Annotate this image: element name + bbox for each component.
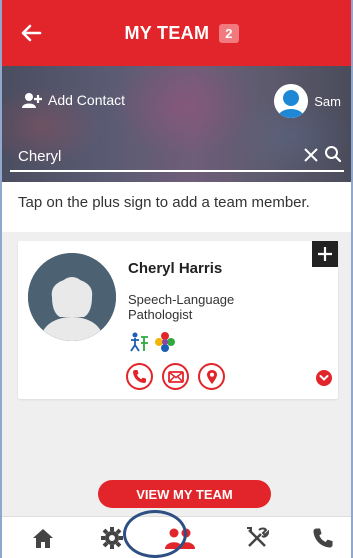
plus-icon [318, 247, 332, 261]
back-arrow-icon[interactable] [20, 24, 42, 42]
tab-phone[interactable] [310, 525, 336, 551]
puzzle-flower-badge-icon [155, 332, 175, 352]
team-icon [165, 528, 195, 549]
user-avatar [274, 84, 309, 118]
phone-icon [133, 370, 146, 383]
view-my-team-button[interactable]: VIEW MY TEAM [98, 480, 271, 508]
person-silhouette-icon [28, 253, 116, 341]
contact-card[interactable]: Cheryl Harris Speech-Language Pathologis… [18, 241, 338, 399]
call-button[interactable] [126, 363, 153, 390]
email-icon [167, 370, 184, 383]
location-button[interactable] [198, 363, 225, 390]
bottom-tab-bar [2, 516, 351, 558]
app-frame: MY TEAM 2 Add Contact Sam Cheryl Tap on … [0, 0, 353, 558]
location-pin-icon [206, 369, 217, 384]
tab-home[interactable] [30, 525, 56, 551]
contact-actions [126, 363, 225, 390]
phone-icon [313, 528, 333, 548]
add-contact-button[interactable]: Add Contact [22, 92, 125, 108]
tab-tools[interactable] [244, 525, 270, 551]
tools-icon [247, 527, 269, 547]
specialty-badges [128, 331, 176, 353]
page-title: MY TEAM [124, 22, 210, 43]
contact-avatar [28, 253, 116, 341]
tab-my-team[interactable] [164, 525, 196, 551]
contact-name: Cheryl Harris [128, 260, 223, 277]
top-bar: MY TEAM 2 [2, 0, 351, 66]
add-person-icon [22, 93, 42, 108]
add-contact-label: Add Contact [48, 92, 126, 108]
gear-icon [101, 527, 123, 549]
search-input[interactable] [18, 144, 278, 168]
stick-figure-badge-icon [130, 332, 148, 352]
user-profile[interactable]: Sam [274, 84, 341, 118]
tab-settings[interactable] [99, 525, 125, 551]
add-member-button[interactable] [312, 241, 338, 267]
add-member-hint: Tap on the plus sign to add a team membe… [18, 194, 310, 211]
team-count-badge: 2 [219, 23, 239, 43]
banner: Add Contact Sam [2, 66, 351, 182]
expand-card-button[interactable] [316, 370, 332, 386]
chevron-down-icon [319, 375, 329, 381]
close-icon[interactable] [304, 148, 318, 162]
search-bar [10, 142, 344, 172]
contact-role: Speech-Language Pathologist [128, 292, 235, 322]
email-button[interactable] [162, 363, 189, 390]
search-icon[interactable] [324, 145, 342, 163]
home-icon [33, 529, 53, 548]
user-silhouette-icon [274, 84, 309, 118]
user-name: Sam [314, 93, 341, 109]
